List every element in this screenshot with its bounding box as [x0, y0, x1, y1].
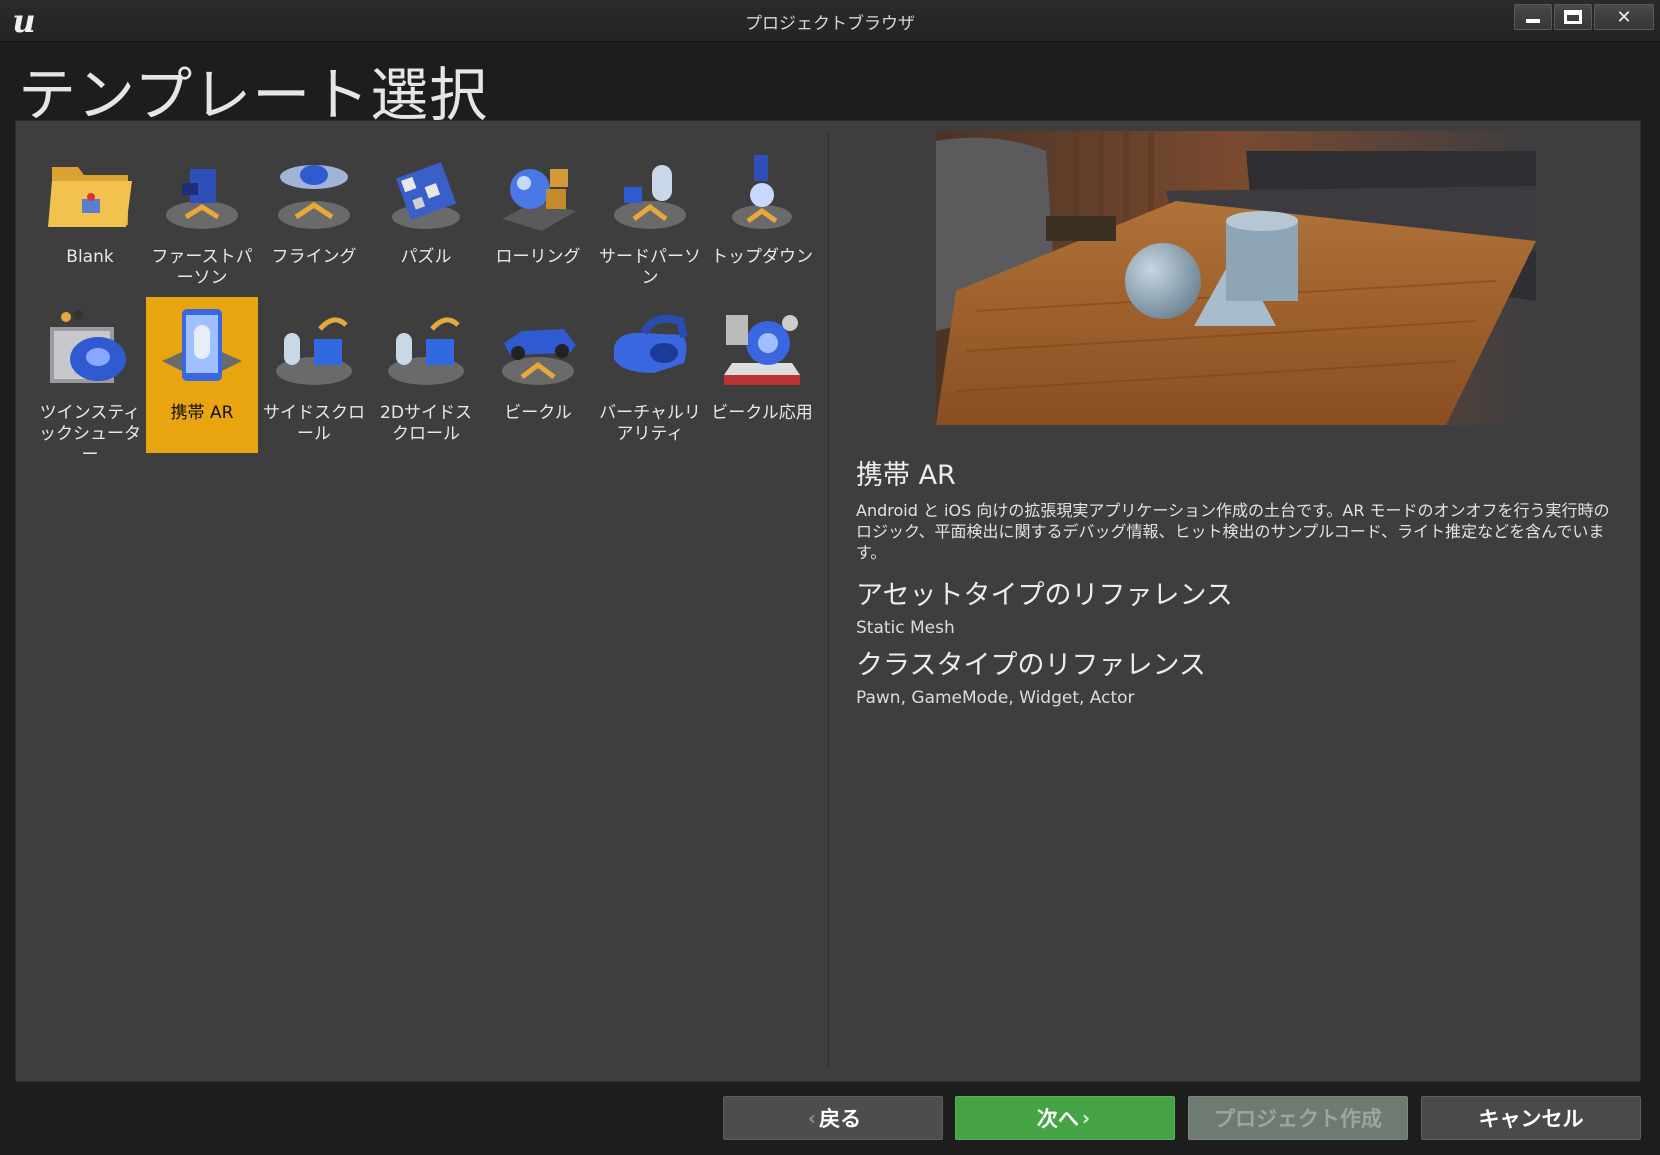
- template-tile[interactable]: ビークル応用: [706, 297, 818, 453]
- template-tile-label: ビークル: [504, 403, 572, 423]
- cancel-button[interactable]: キャンセル: [1421, 1096, 1641, 1140]
- side-scroller-icon: [268, 303, 360, 395]
- flying-icon: [268, 147, 360, 239]
- asset-reference-value: Static Mesh: [856, 618, 955, 638]
- minimize-button[interactable]: [1514, 4, 1552, 30]
- maximize-icon: [1564, 10, 1582, 24]
- minimize-icon: [1526, 19, 1540, 23]
- template-grid: Blank ファーストパーソン フライング パズル ローリング サードパーソン トップダウン…: [34, 141, 824, 465]
- template-title: 携帯 AR: [856, 460, 956, 491]
- template-tile-label: ファーストパーソン: [151, 247, 253, 288]
- class-reference-value: Pawn, GameMode, Widget, Actor: [856, 688, 1135, 708]
- template-tile[interactable]: サイドスクロール: [258, 297, 370, 453]
- next-button-label: 次へ: [1036, 1107, 1079, 1131]
- window-controls: ✕: [1512, 4, 1654, 30]
- title-bar: u プロジェクトブラウザ ✕: [0, 0, 1660, 42]
- class-reference-heading: クラスタイプのリファレンス: [856, 650, 1206, 681]
- twin-stick-icon: [44, 303, 136, 395]
- template-tile[interactable]: Blank: [34, 141, 146, 297]
- back-button[interactable]: ‹ 戻る: [723, 1096, 943, 1140]
- back-button-label: 戻る: [819, 1107, 862, 1131]
- 2d-side-scroller-icon: [380, 303, 472, 395]
- handheld-ar-icon: [156, 303, 248, 395]
- template-tile[interactable]: ファーストパーソン: [146, 141, 258, 297]
- template-tile[interactable]: 携帯 AR: [146, 297, 258, 453]
- advanced-vehicle-icon: [716, 303, 808, 395]
- template-tile[interactable]: サードパーソン: [594, 141, 706, 297]
- chevron-left-icon: ‹: [807, 1106, 817, 1130]
- template-tile-label: ビークル応用: [711, 403, 813, 423]
- close-button[interactable]: ✕: [1594, 4, 1654, 30]
- cancel-button-label: キャンセル: [1478, 1107, 1584, 1131]
- vehicle-icon: [492, 303, 584, 395]
- template-tile[interactable]: パズル: [370, 141, 482, 297]
- template-tile[interactable]: ローリング: [482, 141, 594, 297]
- template-tile-label: バーチャルリアリティ: [599, 403, 701, 444]
- template-tile-label: フライング: [271, 247, 357, 267]
- template-description: Android と iOS 向けの拡張現実アプリケーション作成の土台です。AR …: [856, 501, 1610, 562]
- main-panel: Blank ファーストパーソン フライング パズル ローリング サードパーソン トップダウン…: [15, 120, 1641, 1082]
- template-tile-label: トップダウン: [711, 247, 813, 267]
- first-person-icon: [156, 147, 248, 239]
- close-icon: ✕: [1616, 6, 1632, 28]
- template-tile[interactable]: 2Dサイドスクロール: [370, 297, 482, 453]
- vr-headset-icon: [604, 303, 696, 395]
- pane-divider: [828, 133, 829, 1069]
- template-tile-label: ローリング: [495, 247, 581, 267]
- asset-reference-heading: アセットタイプのリファレンス: [856, 580, 1233, 611]
- template-tile-label: 携帯 AR: [170, 403, 234, 423]
- rolling-icon: [492, 147, 584, 239]
- template-tile-label: ツインスティックシューター: [39, 403, 141, 465]
- template-preview-image: [936, 131, 1536, 425]
- chevron-right-icon: ›: [1081, 1106, 1091, 1130]
- template-tile-label: パズル: [400, 247, 452, 267]
- template-tile[interactable]: トップダウン: [706, 141, 818, 297]
- third-person-icon: [604, 147, 696, 239]
- puzzle-icon: [380, 147, 472, 239]
- template-tile-label: Blank: [66, 247, 114, 267]
- template-tile[interactable]: ビークル: [482, 297, 594, 453]
- top-down-icon: [716, 147, 808, 239]
- template-tile-label: 2Dサイドスクロール: [380, 403, 472, 444]
- folder-icon: [44, 147, 136, 239]
- template-tile-label: サイドスクロール: [263, 403, 365, 444]
- template-tile[interactable]: フライング: [258, 141, 370, 297]
- create-project-button[interactable]: プロジェクト作成: [1188, 1096, 1408, 1140]
- window-title: プロジェクトブラウザ: [745, 14, 915, 34]
- next-button[interactable]: 次へ ›: [955, 1096, 1175, 1140]
- template-tile[interactable]: バーチャルリアリティ: [594, 297, 706, 453]
- template-tile-label: サードパーソン: [599, 247, 701, 288]
- template-tile[interactable]: ツインスティックシューター: [34, 297, 146, 465]
- maximize-button[interactable]: [1554, 4, 1592, 30]
- create-project-label: プロジェクト作成: [1214, 1107, 1382, 1131]
